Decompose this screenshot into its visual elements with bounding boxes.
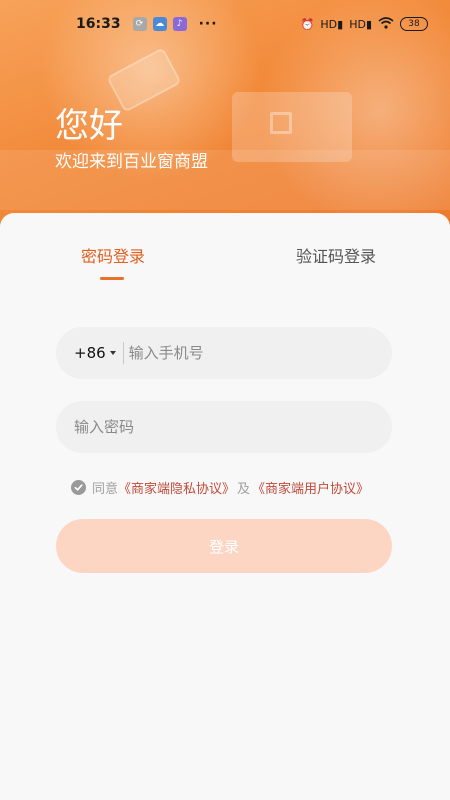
- more-notifications-icon: ···: [198, 16, 218, 32]
- user-agreement-link[interactable]: 《商家端用户协议》: [252, 478, 369, 497]
- status-bar: 16:33 ⟳ ☁ ♪ ··· ⏰ HD▮ HD▮ 38: [0, 0, 450, 48]
- wifi-icon: [378, 16, 394, 32]
- app-notification-icon: ⟳: [132, 17, 147, 31]
- privacy-agreement-link[interactable]: 《商家端隐私协议》: [118, 478, 235, 497]
- agreement-and-label: 及: [237, 482, 251, 497]
- cloud-notification-icon: ☁: [152, 17, 167, 31]
- status-indicators: ⏰ HD▮ HD▮ 38: [300, 16, 428, 32]
- agreement-row: 同意 《商家端隐私协议》 及 《商家端用户协议》: [71, 478, 369, 497]
- login-button[interactable]: 登录: [56, 519, 392, 573]
- hero-banner: 16:33 ⟳ ☁ ♪ ··· ⏰ HD▮ HD▮ 38 您好 欢迎来到百业窗商…: [0, 0, 450, 235]
- signal-icon-2: HD▮: [349, 17, 372, 31]
- agree-label: 同意: [92, 482, 119, 497]
- hd-label: HD: [320, 17, 338, 31]
- field-divider: [122, 342, 124, 364]
- phone-input[interactable]: [128, 344, 374, 362]
- hd-label: HD: [349, 17, 366, 31]
- welcome-subtitle: 欢迎来到百业窗商盟: [55, 152, 208, 172]
- greeting-title: 您好: [55, 106, 123, 146]
- password-field: [56, 401, 392, 453]
- chevron-down-icon: [109, 351, 116, 355]
- password-input[interactable]: [74, 418, 374, 436]
- login-card: 密码登录 验证码登录 +86 同意 《商家端隐私协议》 及 《商家端用户协议》 …: [0, 213, 450, 800]
- check-icon: [74, 484, 83, 491]
- phone-field: +86: [56, 327, 392, 379]
- hero-terminal-illustration: [232, 92, 352, 162]
- terminal-logo-icon: [270, 112, 292, 134]
- status-time: 16:33: [76, 16, 121, 32]
- country-code-select[interactable]: +86: [74, 344, 116, 362]
- alarm-icon: ⏰: [300, 17, 315, 31]
- agree-checkbox[interactable]: [71, 480, 86, 495]
- battery-icon: 38: [400, 17, 428, 31]
- active-tab-indicator: [100, 277, 124, 280]
- country-code-value: +86: [74, 344, 106, 362]
- signal-icon-1: HD▮: [320, 17, 344, 31]
- tab-code-login[interactable]: 验证码登录: [296, 243, 376, 267]
- tab-password-login[interactable]: 密码登录: [81, 243, 145, 267]
- music-notification-icon: ♪: [172, 17, 187, 31]
